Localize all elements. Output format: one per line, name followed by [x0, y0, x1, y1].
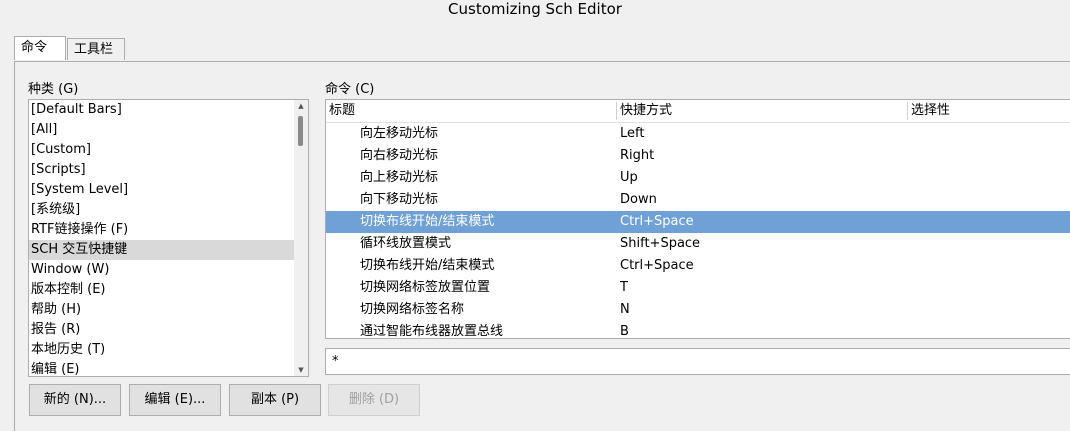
category-item[interactable]: [System Level] — [29, 180, 295, 200]
command-shortcut-cell: N — [620, 302, 630, 317]
categories-label: 种类 (G) — [28, 82, 79, 97]
edit-button[interactable]: 编辑 (E)... — [129, 384, 221, 416]
tab-commands[interactable]: 命令 — [14, 36, 66, 60]
command-row[interactable]: 切换网络标签放置位置 T — [326, 277, 1070, 299]
command-shortcut-cell: Ctrl+Space — [620, 258, 694, 273]
command-row[interactable]: 向右移动光标 Right — [326, 145, 1070, 167]
category-item[interactable]: [Custom] — [29, 140, 295, 160]
commands-grid-header: 标题 快捷方式 选择性 — [326, 100, 1070, 123]
command-row[interactable]: 向上移动光标 Up — [326, 167, 1070, 189]
category-item[interactable]: Window (W) — [29, 260, 295, 280]
categories-scrollbar[interactable]: ▲ ▼ — [294, 100, 308, 376]
command-row[interactable]: 向左移动光标 Left — [326, 123, 1070, 145]
command-shortcut-cell: Shift+Space — [620, 236, 701, 251]
category-item[interactable]: [Scripts] — [29, 160, 295, 180]
command-row[interactable]: 循环线放置模式 Shift+Space — [326, 233, 1070, 255]
command-shortcut-cell: Down — [620, 192, 657, 207]
scroll-up-icon[interactable]: ▲ — [294, 100, 308, 112]
commands-label: 命令 (C) — [325, 82, 375, 97]
commands-grid[interactable]: 标题 快捷方式 选择性 向左移动光标 Left 向右移动光标 Right 向上移动光标 U… — [325, 99, 1070, 339]
command-title-cell: 切换布线开始/结束模式 — [360, 214, 495, 229]
category-item[interactable]: [系统级] — [29, 200, 295, 220]
categories-list[interactable]: [Default Bars] [All] [Custom] [Scripts] [Sys… — [28, 99, 309, 377]
column-header-selective[interactable]: 选择性 — [908, 100, 1070, 122]
category-item[interactable]: 帮助 (H) — [29, 300, 295, 320]
command-row[interactable]: 向下移动光标 Down — [326, 189, 1070, 211]
command-shortcut-cell: Ctrl+Space — [620, 214, 694, 229]
scrollbar-thumb[interactable] — [298, 116, 303, 146]
command-title-cell: 循环线放置模式 — [360, 236, 452, 251]
command-title-cell: 切换网络标签名称 — [360, 302, 465, 317]
command-row[interactable]: 通过智能布线器放置总线 B — [326, 321, 1070, 339]
command-title-cell: 切换网络标签放置位置 — [360, 280, 491, 295]
category-item[interactable]: 本地历史 (T) — [29, 340, 295, 360]
command-title-cell: 向右移动光标 — [360, 148, 439, 163]
window-title: Customizing Sch Editor — [0, 0, 1070, 20]
copy-button[interactable]: 副本 (P) — [229, 384, 321, 416]
command-row[interactable]: 切换布线开始/结束模式 Ctrl+Space — [326, 211, 1070, 233]
command-title-cell: 向左移动光标 — [360, 126, 439, 141]
command-shortcut-cell: T — [620, 280, 628, 295]
category-item[interactable]: 版本控制 (E) — [29, 280, 295, 300]
column-header-shortcut[interactable]: 快捷方式 — [617, 100, 907, 122]
category-item[interactable]: RTF链接操作 (F) — [29, 220, 295, 240]
command-row[interactable]: 切换布线开始/结束模式 Ctrl+Space — [326, 255, 1070, 277]
command-shortcut-cell: Up — [620, 170, 638, 185]
category-item[interactable]: 报告 (R) — [29, 320, 295, 340]
scroll-down-icon[interactable]: ▼ — [294, 364, 308, 376]
delete-button[interactable]: 删除 (D) — [328, 384, 420, 416]
new-button[interactable]: 新的 (N)... — [29, 384, 121, 416]
tab-toolbars[interactable]: 工具栏 — [67, 38, 125, 60]
category-item[interactable]: [All] — [29, 120, 295, 140]
command-title-cell: 通过智能布线器放置总线 — [360, 324, 504, 339]
command-row[interactable]: 切换网络标签名称 N — [326, 299, 1070, 321]
category-item[interactable]: [Default Bars] — [29, 100, 295, 120]
command-shortcut-cell: Right — [620, 148, 655, 163]
command-shortcut-cell: B — [620, 324, 629, 339]
command-title-cell: 向下移动光标 — [360, 192, 439, 207]
category-item[interactable]: SCH 交互快捷键 — [29, 240, 295, 260]
command-filter-input[interactable]: * — [325, 348, 1070, 375]
column-header-title[interactable]: 标题 — [326, 100, 616, 122]
command-title-cell: 向上移动光标 — [360, 170, 439, 185]
category-item[interactable]: 编辑 (E) — [29, 360, 295, 376]
command-shortcut-cell: Left — [620, 126, 645, 141]
command-title-cell: 切换布线开始/结束模式 — [360, 258, 495, 273]
